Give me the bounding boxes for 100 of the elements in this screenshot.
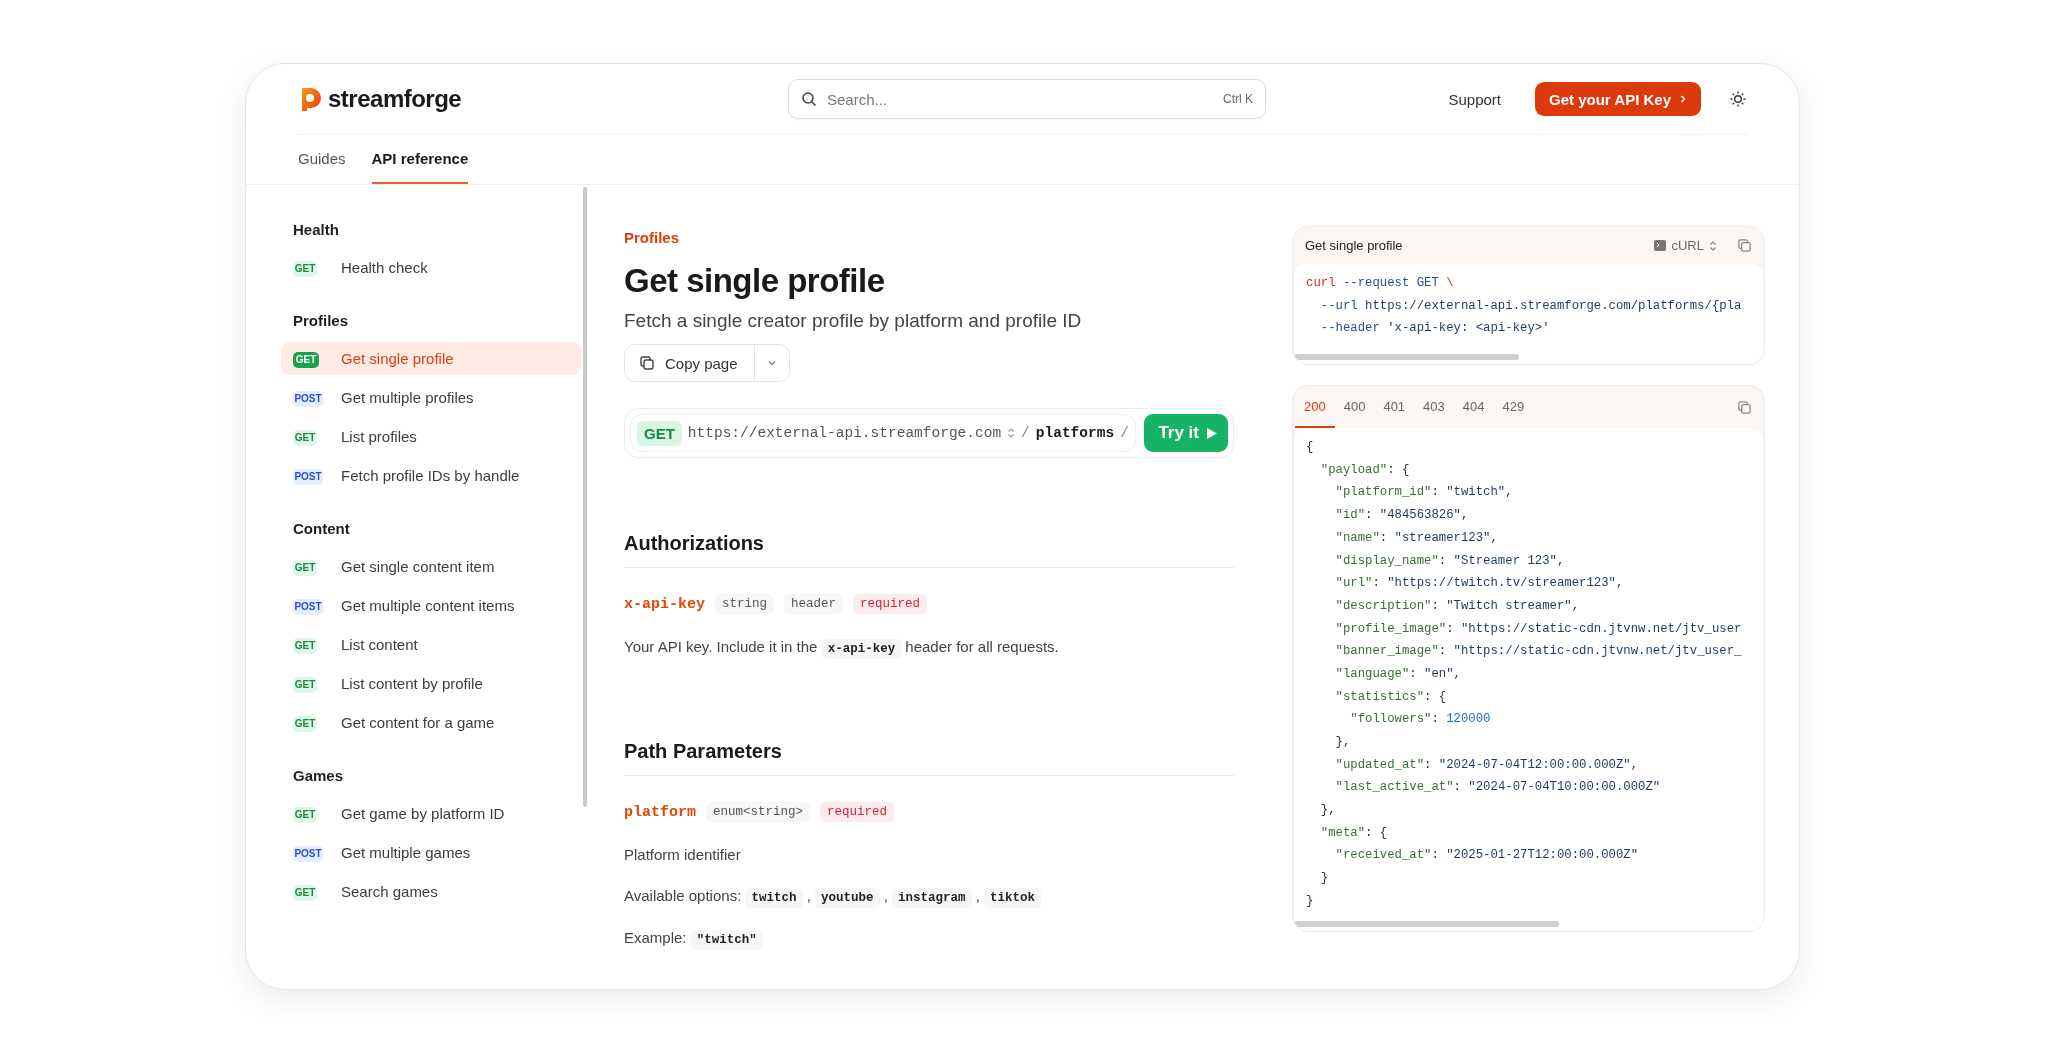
sidebar-item[interactable]: GET Get single profile [281,342,581,375]
method-badge: GET [293,884,317,901]
sidebar-item[interactable]: GET List content by profile [281,667,581,700]
up-down-icon [1709,239,1717,252]
status-tab[interactable]: 404 [1453,386,1494,429]
scrollbar[interactable] [1294,920,1559,927]
sun-icon[interactable] [1729,90,1747,108]
code-line: }, [1319,802,1337,820]
code-line: "display_name": "Streamer 123", [1334,552,1566,570]
scrollbar[interactable] [583,187,587,807]
code-line: "platform_id": "twitch", [1334,484,1514,502]
copy-page-button[interactable]: Copy page [625,345,755,381]
scrollbar[interactable] [1294,354,1519,361]
parameter-description: Platform identifier [624,846,742,863]
code-line: --url https://external-api.streamforge.com/platforms/{pla [1319,297,1743,315]
sidebar-item[interactable]: GET Get game by platform ID [281,797,581,830]
method-badge: POST [293,845,323,862]
chevron-down-icon [766,359,777,367]
parameter-description: Example: "twitch" [624,929,1234,947]
method-badge: GET [293,715,317,732]
code-line: } [1306,892,1315,910]
terminal-icon [1654,240,1667,251]
required-tag: required [820,802,895,822]
up-down-icon[interactable] [1007,427,1016,439]
method-badge: POST [293,390,323,407]
method-badge: POST [293,468,323,485]
code-line: "meta": { [1319,824,1389,842]
sidebar-item[interactable]: GET Health check [281,251,581,284]
method-badge: GET [293,676,317,693]
panel-title: Get single profile [1305,238,1404,253]
shortcut-hint: Ctrl K [1223,92,1253,106]
page-title: Get single profile [624,262,886,300]
method-badge: POST [293,598,323,615]
status-tab[interactable]: 429 [1493,386,1534,429]
parameter-description: Your API key. Include it in the x-api-key header for all requests. [624,638,1234,656]
copy-icon [639,355,655,371]
sidebar-heading: Games [292,765,345,786]
code-line: } [1319,870,1330,888]
code-line: "followers": 120000 [1349,711,1492,729]
code-line: "updated_at": "2024-07-04T12:00:00.000Z", [1334,756,1640,774]
status-tab[interactable]: 403 [1414,386,1454,429]
sidebar-item[interactable]: GET Get content for a game [281,706,581,739]
method-badge: GET [293,429,317,446]
code-line: "last_active_at": "2024-07-04T10:00:00.000Z" [1334,779,1662,797]
code-line: { [1306,439,1315,457]
code-line: "payload": { [1319,461,1411,479]
method-badge: GET [293,806,317,823]
sidebar-heading: Health [292,219,340,240]
endpoint-url-field[interactable]: GET https://external-api.streamforge.com / platforms / [630,414,1137,452]
sidebar-heading: Profiles [292,310,350,331]
type-tag: string [715,594,775,614]
copy-icon[interactable] [1737,238,1752,253]
code-line: }, [1334,734,1352,751]
code-line: "description": "Twitch streamer", [1334,597,1581,615]
copy-icon[interactable] [1737,399,1752,415]
section-heading: Authorizations [624,532,1234,568]
search-icon [801,91,817,107]
code-line: "language": "en", [1334,665,1462,683]
code-line: "profile_image": "https://static-cdn.jtvnw.net/jtv_user [1334,620,1743,638]
code-line: "banner_image": "https://static-cdn.jtvnw.net/jtv_user_ [1334,643,1743,661]
code-line: "id": "484563826", [1334,507,1470,525]
support-link[interactable]: Support [1448,90,1501,108]
play-icon [1206,426,1218,440]
sidebar-item[interactable]: POST Fetch profile IDs by handle [281,459,581,492]
code-line: "url": "https://twitch.tv/streamer123", [1334,575,1625,593]
logo-text[interactable]: streamforge [328,85,462,113]
sidebar-heading: Content [292,518,351,539]
method-badge: GET [637,420,682,446]
sidebar-item[interactable]: GET List content [281,628,581,661]
parameter-description: Available options: twitch , youtube , instagram , tiktok [624,887,1234,905]
code-line: --header 'x-api-key: <api-key>' [1319,320,1551,338]
api-key-button[interactable]: Get your API Key [1535,82,1701,116]
breadcrumb[interactable]: Profiles [624,229,1234,246]
type-tag: enum<string> [706,802,811,822]
sidebar-item[interactable]: GET List profiles [281,420,581,453]
sidebar-item[interactable]: POST Get multiple content items [281,589,581,622]
sidebar-item[interactable]: GET Search games [281,875,581,908]
sidebar-item[interactable]: GET Get single content item [281,550,581,583]
code-line: "received_at": "2025-01-27T12:00:00.000Z" [1334,847,1640,865]
sidebar-item[interactable]: POST Get multiple games [281,836,581,869]
page-subtitle: Fetch a single creator profile by platform and profile ID [624,310,1083,332]
chevron-right-icon [1679,94,1687,104]
method-badge: GET [293,351,319,368]
code-line: "name": "streamer123", [1334,529,1499,547]
nav-tab[interactable]: API reference [371,135,469,184]
status-tab[interactable]: 400 [1334,386,1375,429]
path-text: platforms [1035,425,1115,441]
base-url[interactable]: https://external-api.streamforge.com [687,425,1002,441]
path-separator: / [1120,425,1129,441]
status-tab[interactable]: 401 [1374,386,1415,429]
section-heading: Path Parameters [624,740,1234,776]
code-line: "statistics": { [1334,688,1448,706]
parameter-name: platform [624,803,696,821]
parameter-name: x-api-key [624,595,705,613]
code-line: curl --request GET \ [1306,275,1455,292]
language-selector[interactable]: cURL [1654,238,1717,253]
nav-tab[interactable]: Guides [298,135,346,184]
method-badge: GET [293,559,317,576]
required-tag: required [853,594,928,614]
sidebar-item[interactable]: POST Get multiple profiles [281,381,581,414]
